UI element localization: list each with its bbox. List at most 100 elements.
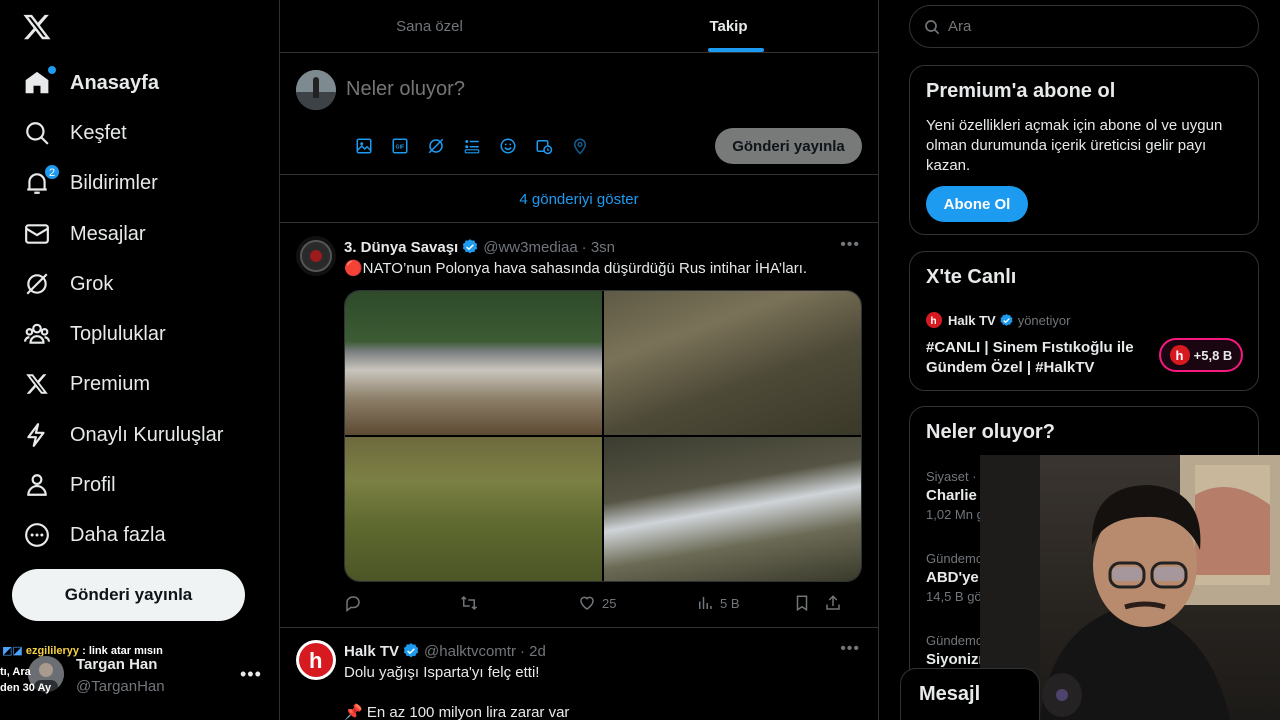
tweet-author-name[interactable]: Halk TV <box>344 643 399 660</box>
tweet[interactable]: h Halk TV @halktvcomtr · 2d ••• Dolu yağ… <box>280 628 878 720</box>
compose-input[interactable] <box>346 78 826 101</box>
view-count: 5 B <box>720 595 740 611</box>
tweet-image[interactable] <box>604 291 861 435</box>
live-listeners-pill[interactable]: h +5,8 B <box>1159 338 1243 372</box>
nav-communities[interactable]: Topluluklar <box>22 314 166 354</box>
live-host-role: yönetiyor <box>1017 312 1071 328</box>
repost-button[interactable] <box>460 594 478 612</box>
tweet-author-name[interactable]: 3. Dünya Savaşı <box>344 239 458 256</box>
tab-for-you[interactable]: Sana özel <box>280 0 579 53</box>
avatar: h <box>1169 345 1190 365</box>
trend-item[interactable]: Gündemc Siyonizı <box>926 633 983 668</box>
avatar[interactable]: h <box>296 640 336 680</box>
nav-label-communities: Topluluklar <box>70 322 166 345</box>
live-host-name: Halk TV <box>948 312 996 328</box>
reply-button[interactable] <box>344 594 362 612</box>
nav-notifications[interactable]: 2 Bildirimler <box>22 163 158 203</box>
avatar[interactable] <box>296 236 336 276</box>
compose-post-button[interactable]: Gönderi yayınla <box>715 128 862 164</box>
tweet-header: 3. Dünya Savaşı @ww3mediaa · 3sn <box>344 238 615 256</box>
nav-more[interactable]: Daha fazla <box>22 515 166 555</box>
tweet-image[interactable] <box>345 437 602 581</box>
location-icon[interactable] <box>562 136 598 156</box>
tab-following[interactable]: Takip <box>579 0 878 53</box>
like-button[interactable]: 25 <box>578 594 616 612</box>
schedule-icon[interactable] <box>526 136 562 156</box>
verified-icon <box>1000 313 1013 326</box>
nav-home[interactable]: Anasayfa <box>22 63 159 103</box>
subscribe-button[interactable]: Abone Ol <box>926 186 1028 222</box>
more-horizontal-icon[interactable]: ••• <box>840 236 860 254</box>
share-button[interactable] <box>824 594 842 612</box>
x-logo-icon[interactable] <box>22 12 54 44</box>
nav-label-notifications: Bildirimler <box>70 171 158 194</box>
nav-verified-orgs[interactable]: Onaylı Kuruluşlar <box>22 415 223 455</box>
nav-label-verified-orgs: Onaylı Kuruluşlar <box>70 423 224 446</box>
tweet-media-grid[interactable] <box>344 290 862 582</box>
trend-title: Siyonizı <box>926 651 983 668</box>
nav-profile[interactable]: Profil <box>22 465 116 505</box>
tweet-text: 🔴NATO’nun Polonya hava sahasında düşürdü… <box>344 260 808 277</box>
trends-title: Neler oluyor? <box>926 421 1055 443</box>
image-icon[interactable] <box>346 136 382 156</box>
premium-card: Premium'a abone ol Yeni özellikleri açma… <box>909 65 1259 235</box>
tweet-image[interactable] <box>604 437 861 581</box>
messages-drawer[interactable]: Mesajl <box>900 668 1040 720</box>
views-button[interactable]: 5 B <box>696 594 740 612</box>
nav-premium[interactable]: Premium <box>22 364 150 404</box>
emoji-icon[interactable] <box>490 136 526 156</box>
trend-count: 14,5 B gö <box>926 589 982 604</box>
lightning-icon <box>22 420 52 450</box>
verified-icon <box>463 239 478 254</box>
search-box[interactable] <box>909 5 1259 48</box>
live-host[interactable]: h Halk TV yönetiyor <box>926 312 1070 328</box>
tweet-time[interactable]: · 2d <box>520 643 546 660</box>
more-horizontal-icon[interactable]: ••• <box>840 640 860 658</box>
more-horizontal-icon[interactable]: ••• <box>240 664 262 685</box>
show-new-posts-button[interactable]: 4 gönderiyi göster <box>280 176 878 223</box>
premium-description: Yeni özellikleri açmak için abone ol ve … <box>926 117 1223 174</box>
communities-icon <box>22 319 52 349</box>
live-title: X'te Canlı <box>926 266 1017 288</box>
grok-icon <box>22 269 52 299</box>
tweet-author-handle[interactable]: @halktvcomtr <box>424 643 516 660</box>
tweet-author-handle[interactable]: @ww3mediaa <box>483 239 577 256</box>
composer: GIF Gönderi yayınla <box>280 54 878 175</box>
search-input[interactable] <box>948 18 1228 35</box>
compose-toolbar: GIF <box>346 136 598 156</box>
nav-explore[interactable]: Keşfet <box>22 113 127 153</box>
home-icon <box>22 66 56 98</box>
home-unread-dot <box>48 66 56 74</box>
person-icon <box>22 470 52 500</box>
tweet-text: Dolu yağışı Isparta'yı felç etti! <box>344 664 540 681</box>
gif-icon[interactable]: GIF <box>382 136 418 156</box>
live-stream-title[interactable]: #CANLI | Sinem Fıstıkoğlu ile Gündem Öze… <box>926 338 1156 378</box>
chat-side-line: tı, Ara <box>0 666 31 678</box>
x-app: Anasayfa Keşfet 2 Bildirimler Mesajlar G… <box>0 0 1280 720</box>
more-circle-icon <box>22 520 52 550</box>
trend-item[interactable]: Gündemc ABD'ye 14,5 B gö <box>926 551 982 604</box>
nav-label-more: Daha fazla <box>70 523 166 546</box>
bell-icon: 2 <box>22 164 60 198</box>
stream-chat-side: tı, Ara den 30 Ay <box>0 664 51 696</box>
nav-label-grok: Grok <box>70 272 114 295</box>
svg-text:h: h <box>309 648 322 673</box>
messages-drawer-label: Mesajl <box>919 683 981 705</box>
search-icon <box>22 118 52 148</box>
bookmark-icon <box>796 595 808 612</box>
nav-messages[interactable]: Mesajlar <box>22 214 146 254</box>
tweet-text-line: 📌 En az 100 milyon lira zarar var <box>344 704 570 720</box>
svg-text:GIF: GIF <box>396 145 406 151</box>
post-button[interactable]: Gönderi yayınla <box>12 569 245 621</box>
tweet-time[interactable]: · 3sn <box>582 239 615 256</box>
avatar[interactable] <box>296 70 336 110</box>
nav-grok[interactable]: Grok <box>22 264 113 304</box>
timeline: Sana özel Takip GIF Gönderi yayınla 4 gö… <box>279 0 879 720</box>
share-icon <box>826 595 840 610</box>
tweet-image[interactable] <box>345 291 602 435</box>
avatar: h <box>926 312 942 328</box>
poll-icon[interactable] <box>454 136 490 156</box>
tweet[interactable]: 3. Dünya Savaşı @ww3mediaa · 3sn ••• 🔴NA… <box>280 224 878 628</box>
grok-icon[interactable] <box>418 136 454 156</box>
bookmark-button[interactable] <box>793 594 811 612</box>
